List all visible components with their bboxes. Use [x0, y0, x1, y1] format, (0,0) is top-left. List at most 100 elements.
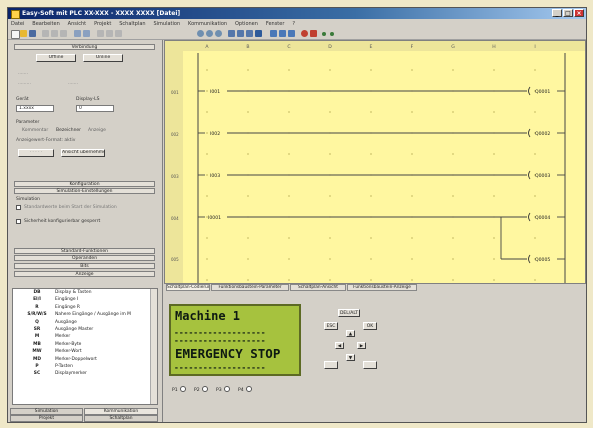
offline-button[interactable]: Offline: [36, 54, 76, 62]
tab-ladder-code[interactable]: Schaltplan-Codierung: [166, 284, 210, 291]
del-alt-button[interactable]: DEL/ALT: [338, 309, 360, 317]
tab-communication[interactable]: Kommunikation: [84, 408, 158, 415]
list-item-desc: Nahere Eingänge / Ausgänge im M: [55, 312, 131, 318]
tab-ladder-view[interactable]: Schaltplan-Ansicht: [290, 284, 346, 291]
list-item[interactable]: MW Merker-Wort: [13, 348, 157, 355]
option-comment[interactable]: Kommentar: [22, 128, 48, 133]
list-item[interactable]: Q Ausgänge: [13, 319, 157, 326]
maximize-button[interactable]: □: [563, 9, 573, 17]
tab-circuit[interactable]: Schaltplan: [84, 415, 158, 422]
p-button-4[interactable]: P4: [238, 386, 252, 393]
list-item[interactable]: DB Display & Tasten: [13, 289, 157, 296]
coil-label[interactable]: Q0005: [535, 257, 550, 263]
option-identifier[interactable]: Bezeichner: [56, 128, 81, 133]
right-button[interactable]: ▶: [357, 342, 366, 349]
list-item[interactable]: P P-Tasten: [13, 363, 157, 370]
bits-header[interactable]: Bits: [14, 263, 155, 269]
apply-left-button[interactable]: · · · · ·: [18, 149, 54, 157]
print-icon[interactable]: [97, 30, 104, 37]
stop-icon[interactable]: [301, 30, 308, 37]
menu-help[interactable]: ?: [292, 21, 295, 27]
esc-button[interactable]: ESC: [324, 322, 338, 330]
grid-icon[interactable]: [255, 30, 262, 37]
new-icon[interactable]: [11, 30, 20, 39]
display-select[interactable]: 0: [76, 105, 114, 112]
list-item[interactable]: R Eingänge R: [13, 304, 157, 311]
grid-dot: [493, 153, 495, 155]
locked-checkbox[interactable]: [16, 219, 21, 224]
standard-functions-header[interactable]: Standard-Funktionen: [14, 248, 155, 254]
minimize-button[interactable]: _: [552, 9, 562, 17]
up-button[interactable]: ▲: [346, 330, 355, 337]
step-icon[interactable]: [279, 30, 286, 37]
p-button-2[interactable]: P2: [194, 386, 208, 393]
arrow-down-icon: ▼: [348, 356, 353, 361]
list-item[interactable]: S/R/W/S Nahere Eingänge / Ausgänge im M: [13, 311, 157, 318]
option-display[interactable]: Anzeige: [88, 128, 106, 133]
zoom-in-icon[interactable]: [197, 30, 204, 37]
coil-label[interactable]: Q0001: [535, 89, 550, 95]
list-item[interactable]: MB Merker-Byte: [13, 341, 157, 348]
p-button-1[interactable]: P1: [172, 386, 186, 393]
contact-label[interactable]: I002: [210, 131, 220, 137]
simulation-start-checkbox[interactable]: [16, 205, 21, 210]
operands-header[interactable]: Operanden: [14, 255, 155, 261]
save-icon[interactable]: [29, 30, 36, 37]
zoom-fit-icon[interactable]: [215, 30, 222, 37]
online-button[interactable]: Online: [83, 54, 123, 62]
paste-icon[interactable]: [60, 30, 67, 37]
insert-line-icon[interactable]: [246, 30, 253, 37]
copy-icon[interactable]: [51, 30, 58, 37]
simulate-icon[interactable]: [270, 30, 277, 37]
tab-project[interactable]: Projekt: [10, 415, 83, 422]
key-button-right[interactable]: [363, 361, 377, 369]
zoom-out-icon[interactable]: [206, 30, 213, 37]
coil-label[interactable]: Q0004: [535, 215, 550, 221]
open-icon[interactable]: [20, 30, 27, 37]
display-header[interactable]: Anzeige: [14, 271, 155, 277]
grid-dot: [493, 195, 495, 197]
tab-function-block-display[interactable]: Funktionsbaustein-Anzeige: [347, 284, 417, 291]
list-item[interactable]: EI/I Eingänge I: [13, 296, 157, 303]
device-select[interactable]: 1.xxxx: [16, 105, 54, 112]
contact-label[interactable]: I003: [210, 173, 220, 179]
menu-file[interactable]: Datei: [11, 21, 24, 27]
menu-window[interactable]: Fenster: [266, 21, 285, 27]
print-preview-icon[interactable]: [106, 30, 113, 37]
contact-label[interactable]: I0001: [208, 215, 221, 221]
menu-project[interactable]: Projekt: [94, 21, 111, 27]
undo-icon[interactable]: [74, 30, 81, 37]
coil-label[interactable]: Q0003: [535, 173, 550, 179]
transfer-icon[interactable]: [288, 30, 295, 37]
key-button-left[interactable]: [324, 361, 338, 369]
cut-icon[interactable]: [42, 30, 49, 37]
run-icon[interactable]: [310, 30, 317, 37]
menu-circuit[interactable]: Schaltplan: [119, 21, 145, 27]
tab-function-block-params[interactable]: Funktionsbaustein-Parameter: [211, 284, 289, 291]
redo-icon[interactable]: [83, 30, 90, 37]
insert-coil-icon[interactable]: [237, 30, 244, 37]
ladder-editor[interactable]: ABCDEFGHI 001 002 003 004 005 I001 I002 …: [164, 40, 586, 284]
down-button[interactable]: ▼: [346, 354, 355, 361]
list-item[interactable]: SR Ausgänge Master: [13, 326, 157, 333]
contact-label[interactable]: I001: [210, 89, 220, 95]
list-item-code: MW: [32, 349, 42, 355]
p-button-3[interactable]: P3: [216, 386, 230, 393]
menu-view[interactable]: Ansicht: [68, 21, 86, 27]
menu-edit[interactable]: Bearbeiten: [32, 21, 59, 27]
apply-view-button[interactable]: Ansicht übernehmen: [61, 149, 105, 157]
list-item[interactable]: SC Displaymerker: [13, 370, 157, 377]
list-scrollbar[interactable]: [150, 289, 157, 404]
tab-simulation[interactable]: Simulation: [10, 408, 83, 415]
list-item[interactable]: M Merker: [13, 333, 157, 340]
ok-button[interactable]: OK: [363, 322, 377, 330]
insert-contact-icon[interactable]: [228, 30, 235, 37]
coil-label[interactable]: Q0002: [535, 131, 550, 137]
properties-icon[interactable]: [115, 30, 122, 37]
menu-simulation[interactable]: Simulation: [153, 21, 180, 27]
menu-options[interactable]: Optionen: [235, 21, 258, 27]
menu-communication[interactable]: Kommunikation: [188, 21, 227, 27]
close-button[interactable]: ×: [574, 9, 584, 17]
left-button[interactable]: ◀: [335, 342, 344, 349]
list-item[interactable]: MD Merker-Doppelwort: [13, 356, 157, 363]
